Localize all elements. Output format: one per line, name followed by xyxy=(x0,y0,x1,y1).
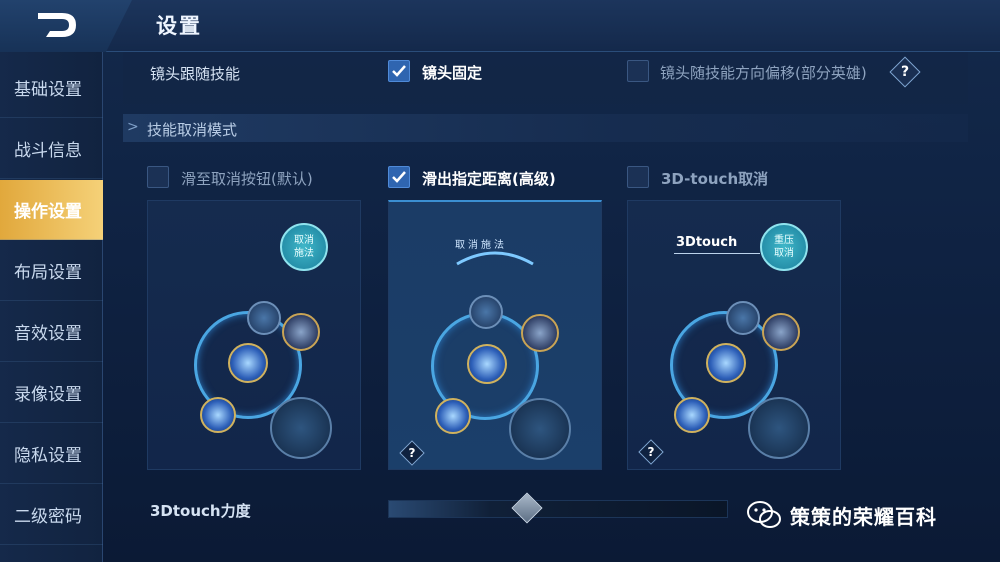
settings-sidebar: 基础设置 战斗信息 操作设置 布局设置 音效设置 录像设置 隐私设置 二级密码 xyxy=(0,52,103,562)
touch-force-slider-knob[interactable] xyxy=(511,492,543,524)
sidebar-item-layout[interactable]: 布局设置 xyxy=(0,241,103,301)
camera-fixed-label[interactable]: 镜头固定 xyxy=(422,62,482,83)
press-cancel-button: 重压取消 xyxy=(760,223,808,271)
question-icon: ? xyxy=(900,64,910,80)
wechat-icon xyxy=(747,501,781,528)
sidebar-item-sound[interactable]: 音效设置 xyxy=(0,302,103,362)
hero-portrait-icon xyxy=(762,313,800,351)
sidebar-item-privacy[interactable]: 隐私设置 xyxy=(0,424,103,484)
question-icon: ? xyxy=(647,445,655,459)
camera-fixed-checkbox[interactable] xyxy=(388,60,410,82)
watermark: 策策的荣耀百科 xyxy=(746,500,937,530)
back-arrow-icon xyxy=(38,13,76,37)
basic-attack-icon xyxy=(270,397,332,459)
hero-portrait-icon xyxy=(282,313,320,351)
back-button[interactable] xyxy=(0,0,132,52)
skill-small-icon xyxy=(726,301,760,335)
3dtouch-cancel-checkbox[interactable] xyxy=(627,166,649,188)
question-icon: ? xyxy=(408,446,416,460)
cancel-preview-panel-3dtouch[interactable]: 3Dtouch 重压取消 ? xyxy=(627,200,841,470)
skill-small-icon xyxy=(247,301,281,335)
page-title: 设置 xyxy=(156,14,202,38)
sidebar-item-basic[interactable]: 基础设置 xyxy=(0,58,103,118)
cancel-mode-section-header: > 技能取消模式 xyxy=(123,114,968,142)
cancel-arc-icon xyxy=(456,251,534,266)
camera-offset-checkbox[interactable] xyxy=(627,60,649,82)
checkmark-icon xyxy=(392,65,406,77)
skill-small-icon xyxy=(469,295,503,329)
cancel-preview-panel-default[interactable]: 取消施法 xyxy=(147,200,361,470)
sidebar-item-controls[interactable]: 操作设置 xyxy=(0,180,103,240)
skill-x-icon xyxy=(467,344,507,384)
skill-dash-icon xyxy=(674,397,710,433)
skill-x-icon xyxy=(706,343,746,383)
cancel-mode-title: 技能取消模式 xyxy=(147,121,238,139)
basic-attack-icon xyxy=(509,398,571,460)
cancel-preview-panel-distance[interactable]: 取消施法 ? xyxy=(388,200,602,470)
slide-to-cancel-label[interactable]: 滑至取消按钮(默认) xyxy=(181,168,313,189)
3dtouch-cancel-label[interactable]: 3D-touch取消 xyxy=(661,168,768,189)
cancel-cast-button: 取消施法 xyxy=(280,223,328,271)
hero-portrait-icon xyxy=(521,314,559,352)
sidebar-item-replay[interactable]: 录像设置 xyxy=(0,363,103,423)
watermark-text: 策策的荣耀百科 xyxy=(790,504,937,529)
basic-attack-icon xyxy=(748,397,810,459)
panel-help-button[interactable]: ? xyxy=(399,440,425,466)
top-bar: 设置 xyxy=(0,0,1000,52)
camera-follow-label: 镜头跟随技能 xyxy=(150,65,241,83)
camera-offset-label[interactable]: 镜头随技能方向偏移(部分英雄) xyxy=(660,62,867,83)
settings-screen: { "header": {"title": "设置"}, "sidebar": … xyxy=(0,0,1000,562)
panel-help-button[interactable]: ? xyxy=(638,439,664,465)
checkmark-icon xyxy=(392,171,406,183)
chevron-right-icon: > xyxy=(127,119,139,135)
skill-x-icon xyxy=(228,343,268,383)
skill-dash-icon xyxy=(435,398,471,434)
slide-to-cancel-checkbox[interactable] xyxy=(147,166,169,188)
slide-distance-label[interactable]: 滑出指定距离(高级) xyxy=(422,168,556,189)
3dtouch-label: 3Dtouch xyxy=(676,235,738,250)
3dtouch-underline xyxy=(674,253,760,254)
skill-dash-icon xyxy=(200,397,236,433)
slide-distance-checkbox[interactable] xyxy=(388,166,410,188)
touch-force-slider-track[interactable] xyxy=(388,500,728,518)
touch-force-label: 3Dtouch力度 xyxy=(150,502,251,520)
sidebar-item-battle-info[interactable]: 战斗信息 xyxy=(0,119,103,179)
sidebar-item-secondary-password[interactable]: 二级密码 xyxy=(0,485,103,545)
